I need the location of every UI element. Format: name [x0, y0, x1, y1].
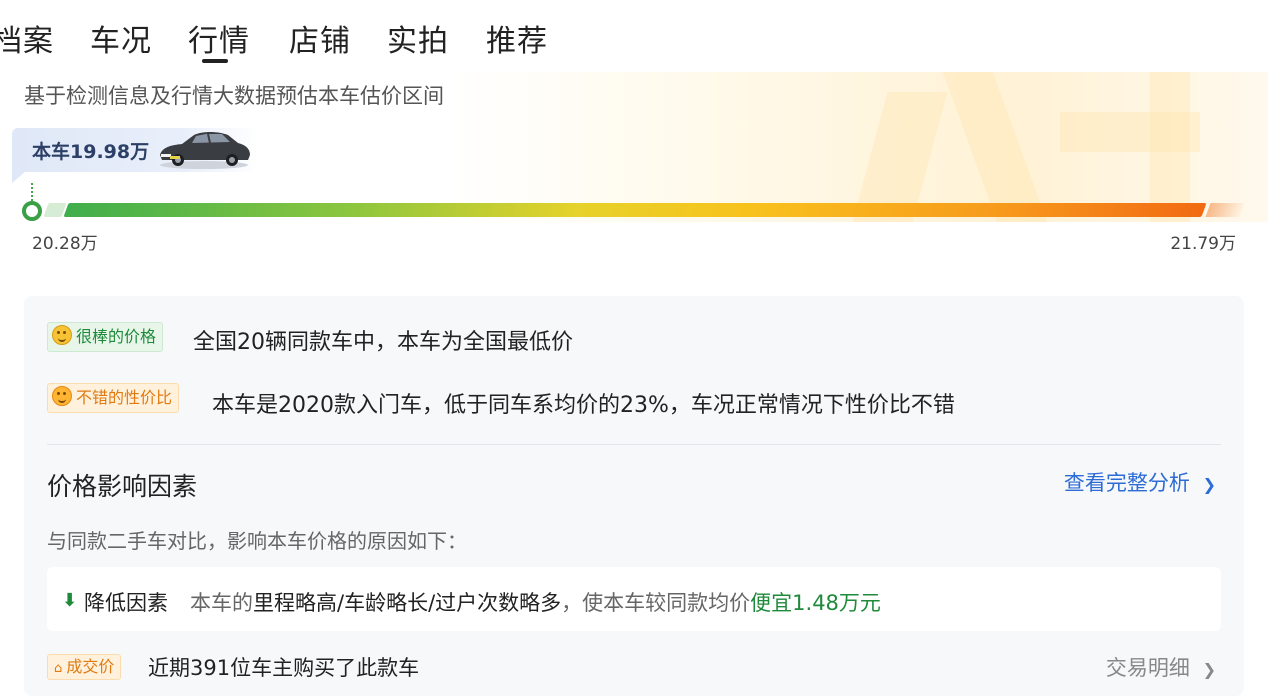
tab-store[interactable]: 店铺 [289, 16, 351, 60]
reduce-highlight: 便宜1.48万元 [750, 591, 881, 615]
reduce-middle: ，使本车较同款均价 [561, 591, 751, 615]
estimate-subtitle: 基于检测信息及行情大数据预估本车估价区间 [24, 84, 444, 108]
view-full-analysis-label: 查看完整分析 [1063, 471, 1190, 495]
tab-market[interactable]: 行情 [188, 16, 250, 63]
deal-tag-label: 成交价 [66, 657, 115, 676]
smile-face-icon [52, 386, 72, 406]
chevron-right-icon: ❯ [1202, 475, 1216, 494]
price-bubble-pointer [12, 171, 26, 183]
reduce-prefix: 本车的 [190, 591, 253, 615]
current-price-label: 本车19.98万 [32, 141, 150, 163]
active-tab-indicator [202, 59, 228, 63]
price-factors-title: 价格影响因素 [47, 472, 198, 501]
chevron-right-icon: ❯ [1202, 660, 1216, 679]
deal-text: 近期391位车主购买了此款车 [148, 656, 420, 680]
range-max-label: 21.79万 [1170, 234, 1236, 254]
decorative-background [450, 72, 1268, 222]
card-divider [47, 444, 1221, 445]
good-value-text: 本车是2020款入门车，低于同车系均价的23%，车况正常情况下性价比不错 [212, 393, 955, 418]
price-range-bar [63, 203, 1207, 217]
good-value-tag: 不错的性价比 [47, 383, 180, 413]
reduce-factor-label: 降低因素 [84, 591, 168, 615]
current-price-marker-line [31, 183, 33, 201]
deal-details-label: 交易明细 [1105, 656, 1190, 680]
view-full-analysis-link[interactable]: 查看完整分析 ❯ [1064, 467, 1216, 497]
tab-bar: 档案 车况 行情 店铺 实拍 推荐 [0, 0, 700, 64]
deal-details-link[interactable]: 交易明细 ❯ [1106, 652, 1216, 682]
price-analysis-card [24, 296, 1244, 696]
deal-tag-icon: ⌂ [54, 661, 67, 676]
great-price-tag: 很棒的价格 [47, 322, 164, 352]
price-factors-description: 与同款二手车对比，影响本车价格的原因如下： [47, 529, 467, 553]
arrow-down-icon: ⬇ [62, 590, 78, 611]
tab-archive[interactable]: 档案 [0, 16, 54, 60]
reduce-factor-text: 本车的里程略高/车龄略长/过户次数略多，使本车较同款均价便宜1.48万元 [190, 587, 881, 617]
good-value-tag-label: 不错的性价比 [76, 388, 173, 407]
car-thumbnail [160, 132, 250, 169]
range-bar-end [1205, 203, 1245, 217]
deal-price-tag: ⌂ 成交价 [47, 654, 122, 680]
great-price-tag-label: 很棒的价格 [76, 327, 157, 346]
tab-market-label: 行情 [188, 24, 250, 59]
great-price-text: 全国20辆同款车中，本车为全国最低价 [193, 330, 573, 355]
reduce-items: 里程略高/车龄略长/过户次数略多 [253, 591, 562, 615]
tab-condition[interactable]: 车况 [90, 16, 152, 60]
range-min-label: 20.28万 [32, 234, 98, 254]
tab-photos[interactable]: 实拍 [387, 16, 449, 60]
current-price-marker-dot [22, 201, 42, 221]
tab-recommend[interactable]: 推荐 [486, 16, 548, 60]
smile-face-icon [52, 325, 72, 345]
